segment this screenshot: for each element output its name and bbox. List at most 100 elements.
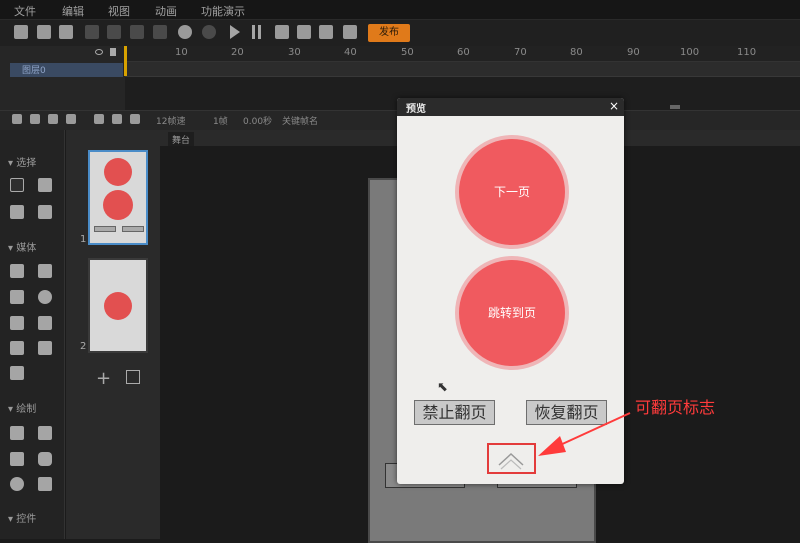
- lock-icon[interactable]: [110, 48, 116, 56]
- publish-button[interactable]: 发布: [368, 24, 410, 42]
- menu-file[interactable]: 文件: [14, 3, 36, 19]
- tools-section-controls: ▾ 控件: [8, 514, 37, 525]
- flip-indicator-highlight: [487, 443, 536, 474]
- thumb-button: [122, 226, 144, 232]
- pointer-tool-icon[interactable]: [10, 178, 24, 192]
- preview-titlebar[interactable]: 预览 ×: [397, 98, 624, 116]
- jump-to-page-button[interactable]: 跳转到页: [459, 260, 565, 366]
- ruler-number: 30: [288, 47, 301, 58]
- folder-layer-icon[interactable]: [30, 114, 40, 124]
- rounded-rect-tool-icon[interactable]: [38, 452, 52, 466]
- keyframe-name-label: 关键帧名: [282, 117, 319, 127]
- tab-stage[interactable]: 舞台: [168, 132, 195, 147]
- qr-code-icon[interactable]: [319, 25, 333, 39]
- thumb-circle: [104, 292, 132, 320]
- menu-bar: 文件 编辑 视图 动画 功能演示: [0, 0, 800, 20]
- page-thumbnail-1[interactable]: [88, 150, 148, 245]
- next-page-button[interactable]: 下一页: [459, 139, 565, 245]
- ruler-number: 10: [175, 47, 188, 58]
- section-label: 媒体: [16, 243, 37, 254]
- time-readout: 0.00秒: [243, 117, 273, 127]
- line-tool-icon[interactable]: [10, 426, 24, 440]
- annotation-arrow: [538, 412, 631, 456]
- image-tool-icon[interactable]: [38, 264, 52, 278]
- tools-section-draw: ▾ 绘制: [8, 404, 37, 415]
- import-page-icon[interactable]: [126, 370, 140, 384]
- audio-tool-icon[interactable]: [10, 290, 24, 304]
- ellipse-tool-icon[interactable]: [10, 477, 24, 491]
- ruler-number: 50: [401, 47, 414, 58]
- frame-readout: 1帧: [213, 117, 228, 127]
- video-tool-icon[interactable]: [38, 290, 52, 304]
- preview-title: 预览: [406, 104, 426, 115]
- tools-panel: ▾ 选择 ▾ 媒体 ▾ 绘制 ▾ 控件: [0, 130, 65, 539]
- pause-icon[interactable]: [252, 25, 255, 39]
- delete-icon[interactable]: [153, 25, 167, 39]
- curve-tool-icon[interactable]: [38, 426, 52, 440]
- trash-icon[interactable]: [48, 114, 58, 124]
- paragraph-tool-icon[interactable]: [38, 316, 52, 330]
- tools-section-select: ▾ 选择: [8, 158, 37, 169]
- rectangle-tool-icon[interactable]: [10, 452, 24, 466]
- fps-readout: 12帧速: [156, 117, 186, 127]
- page-thumbnail-2[interactable]: [88, 258, 148, 353]
- star-tool-icon[interactable]: [38, 205, 52, 219]
- thumb-circle: [103, 190, 133, 220]
- timeline-ruler[interactable]: 10 20 30 40 50 60 70 80 90 100 110: [125, 46, 800, 62]
- slideshow-tool-icon[interactable]: [10, 341, 24, 355]
- visibility-eye-icon[interactable]: [95, 49, 103, 55]
- paste-icon[interactable]: [130, 25, 144, 39]
- export-icon[interactable]: [343, 25, 357, 39]
- section-label: 绘制: [16, 404, 37, 415]
- blank-keyframe-icon[interactable]: [130, 114, 140, 124]
- frame-tool-icon[interactable]: [38, 341, 52, 355]
- save-icon[interactable]: [59, 25, 73, 39]
- frame-row[interactable]: [125, 62, 800, 77]
- polygon-tool-icon[interactable]: [38, 477, 52, 491]
- cut-icon[interactable]: [85, 25, 99, 39]
- thumb-circle: [104, 158, 132, 186]
- grid-tool-icon[interactable]: [10, 264, 24, 278]
- open-folder-icon[interactable]: [37, 25, 51, 39]
- new-file-icon[interactable]: [14, 25, 28, 39]
- new-layer-icon[interactable]: [12, 114, 22, 124]
- add-page-icon[interactable]: +: [96, 368, 111, 389]
- play-icon[interactable]: [230, 25, 240, 39]
- preview-screen-icon[interactable]: [297, 25, 311, 39]
- menu-edit[interactable]: 编辑: [62, 3, 84, 19]
- annotation-label: 可翻页标志: [635, 398, 716, 417]
- frame-icon[interactable]: [94, 114, 104, 124]
- layer-name: 图层0: [22, 66, 46, 76]
- ruler-number: 90: [627, 47, 640, 58]
- thumb-button: [94, 226, 116, 232]
- page-number: 1: [80, 234, 87, 245]
- redo-icon[interactable]: [202, 25, 216, 39]
- undo-icon[interactable]: [178, 25, 192, 39]
- page-number: 2: [80, 341, 87, 352]
- ruler-number: 70: [514, 47, 527, 58]
- stop-icon[interactable]: [275, 25, 289, 39]
- playhead[interactable]: [124, 46, 127, 76]
- layer-row[interactable]: 图层0: [10, 63, 123, 77]
- chevron-up-icon[interactable]: [489, 445, 534, 472]
- copy-icon[interactable]: [107, 25, 121, 39]
- transform-tool-icon[interactable]: [10, 205, 24, 219]
- hand-tool-icon[interactable]: [38, 178, 52, 192]
- menu-view[interactable]: 视图: [108, 3, 130, 19]
- menu-animation[interactable]: 动画: [155, 3, 177, 19]
- menu-feature-demo[interactable]: 功能演示: [201, 3, 245, 19]
- ruler-number: 100: [680, 47, 700, 58]
- timeline-scrollbar[interactable]: [670, 105, 680, 109]
- pages-panel: 1 2 +: [66, 130, 160, 539]
- ruler-number: 40: [344, 47, 357, 58]
- layer-menu-icon[interactable]: [66, 114, 76, 124]
- ruler-number: 60: [457, 47, 470, 58]
- ruler-number: 110: [737, 47, 757, 58]
- keyframe-icon[interactable]: [112, 114, 122, 124]
- text-tool-icon[interactable]: [10, 316, 24, 330]
- close-icon[interactable]: ×: [609, 99, 619, 113]
- mouse-cursor-icon: ⬉: [437, 380, 448, 395]
- disable-flip-button[interactable]: 禁止翻页: [414, 400, 495, 425]
- ruler-number: 20: [231, 47, 244, 58]
- chart-tool-icon[interactable]: [10, 366, 24, 380]
